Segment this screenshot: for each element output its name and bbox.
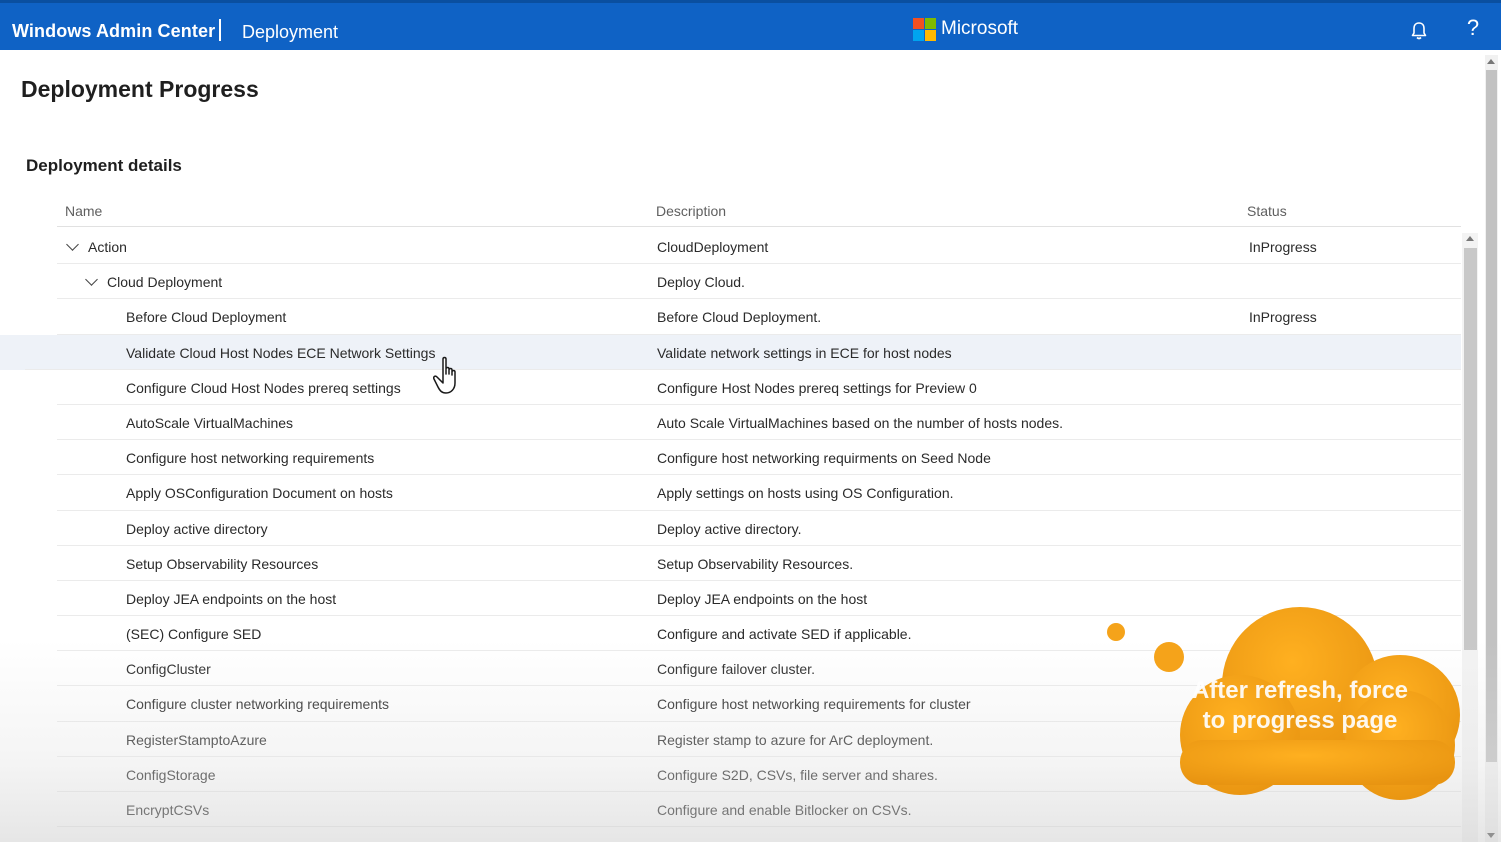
row-name: Before Cloud Deployment bbox=[126, 309, 287, 326]
table-row[interactable]: Action CloudDeployment InProgress bbox=[0, 229, 1461, 265]
row-description: Auto Scale VirtualMachines based on the … bbox=[657, 414, 1063, 431]
page-title: Deployment Progress bbox=[21, 76, 259, 102]
row-name: Configure cluster networking requirement… bbox=[126, 696, 390, 713]
row-name: (SEC) Configure SED bbox=[126, 626, 262, 643]
row-name: Apply OSConfiguration Document on hosts bbox=[126, 485, 393, 502]
row-description: Deploy JEA endpoints on the host bbox=[657, 590, 868, 607]
row-name: Configure host networking requirements bbox=[126, 450, 375, 467]
row-description: Configure S2D, CSVs, file server and sha… bbox=[657, 766, 938, 783]
table-row[interactable]: AutoScale VirtualMachines Auto Scale Vir… bbox=[0, 405, 1461, 441]
header-divider bbox=[57, 226, 1461, 227]
row-status: InProgress bbox=[1249, 239, 1317, 255]
column-header-description[interactable]: Description bbox=[656, 203, 726, 219]
row-name: Deploy JEA endpoints on the host bbox=[126, 590, 337, 607]
hand-cursor-icon bbox=[433, 356, 456, 394]
row-name: ConfigStorage bbox=[126, 766, 216, 783]
title-separator bbox=[219, 19, 221, 41]
section-title: Deployment details bbox=[26, 156, 182, 175]
row-name: Action bbox=[88, 239, 127, 255]
row-description: Deploy active directory. bbox=[657, 520, 802, 537]
page-scroll-up-icon[interactable] bbox=[1487, 59, 1495, 64]
row-description: Configure host networking requirements f… bbox=[657, 696, 971, 713]
page-scrollbar-thumb[interactable] bbox=[1486, 70, 1497, 762]
row-description: Validate network settings in ECE for hos… bbox=[657, 344, 952, 361]
row-name: ConfigCluster bbox=[126, 661, 211, 678]
table-row[interactable]: Cloud Deployment Deploy Cloud. bbox=[0, 264, 1461, 300]
breadcrumb[interactable]: Deployment bbox=[242, 22, 338, 43]
row-description: Configure and activate SED if applicable… bbox=[657, 626, 912, 643]
row-status: InProgress bbox=[1249, 309, 1317, 326]
table-row[interactable]: Setup Observability Resources Setup Obse… bbox=[0, 546, 1461, 582]
row-description: Deploy Cloud. bbox=[657, 274, 745, 291]
callout-bubble-medium bbox=[1154, 642, 1184, 672]
chevron-down-icon[interactable] bbox=[66, 238, 79, 251]
app-title[interactable]: Windows Admin Center bbox=[12, 21, 215, 42]
row-description: Register stamp to azure for ArC deployme… bbox=[657, 731, 934, 748]
table-row-selected[interactable]: Validate Cloud Host Nodes ECE Network Se… bbox=[0, 334, 1461, 370]
row-description: Apply settings on hosts using OS Configu… bbox=[657, 485, 954, 502]
row-description: Configure Host Nodes prereq settings for… bbox=[657, 379, 977, 396]
table-row[interactable]: Before Cloud Deployment Before Cloud Dep… bbox=[0, 299, 1461, 335]
row-name: Cloud Deployment bbox=[107, 274, 223, 291]
row-name: Configure Cloud Host Nodes prereq settin… bbox=[126, 379, 401, 396]
callout-bubble-small bbox=[1107, 623, 1125, 641]
chevron-down-icon[interactable] bbox=[85, 273, 98, 287]
brand-name: Microsoft bbox=[941, 18, 1019, 39]
row-description: Before Cloud Deployment. bbox=[657, 309, 822, 326]
scroll-up-icon[interactable] bbox=[1466, 236, 1474, 241]
callout-text: After refresh, force to progress page bbox=[1191, 677, 1409, 734]
row-description: CloudDeployment bbox=[657, 239, 769, 255]
row-description: Configure and enable Bitlocker on CSVs. bbox=[657, 802, 912, 818]
table-row[interactable]: Configure Cloud Host Nodes prereq settin… bbox=[0, 370, 1461, 406]
bell-icon[interactable] bbox=[1406, 18, 1432, 44]
row-name: EncryptCSVs bbox=[126, 802, 210, 818]
row-description: Configure host networking requirments on… bbox=[657, 450, 991, 467]
row-name: Deploy active directory bbox=[126, 520, 268, 537]
table-row[interactable]: Deploy active directory Deploy active di… bbox=[0, 511, 1461, 546]
table-row[interactable]: Configure host networking requirements C… bbox=[0, 440, 1461, 476]
row-name: AutoScale VirtualMachines bbox=[126, 414, 294, 431]
page-scroll-down-icon[interactable] bbox=[1487, 833, 1495, 838]
column-header-name[interactable]: Name bbox=[65, 203, 102, 219]
help-icon[interactable]: ? bbox=[1462, 15, 1484, 41]
row-description: Configure failover cluster. bbox=[657, 661, 815, 678]
row-name: Setup Observability Resources bbox=[126, 555, 319, 572]
table-row[interactable]: Apply OSConfiguration Document on hosts … bbox=[0, 475, 1461, 511]
row-name: Validate Cloud Host Nodes ECE Network Se… bbox=[126, 344, 436, 361]
top-bar: Windows Admin Center Deployment Microsof… bbox=[0, 0, 1501, 50]
row-name: RegisterStamptoAzure bbox=[126, 731, 267, 748]
column-header-status[interactable]: Status bbox=[1247, 203, 1287, 219]
table-scrollbar-thumb[interactable] bbox=[1464, 248, 1477, 650]
microsoft-logo-icon bbox=[913, 18, 937, 42]
row-description: Setup Observability Resources. bbox=[657, 555, 854, 572]
